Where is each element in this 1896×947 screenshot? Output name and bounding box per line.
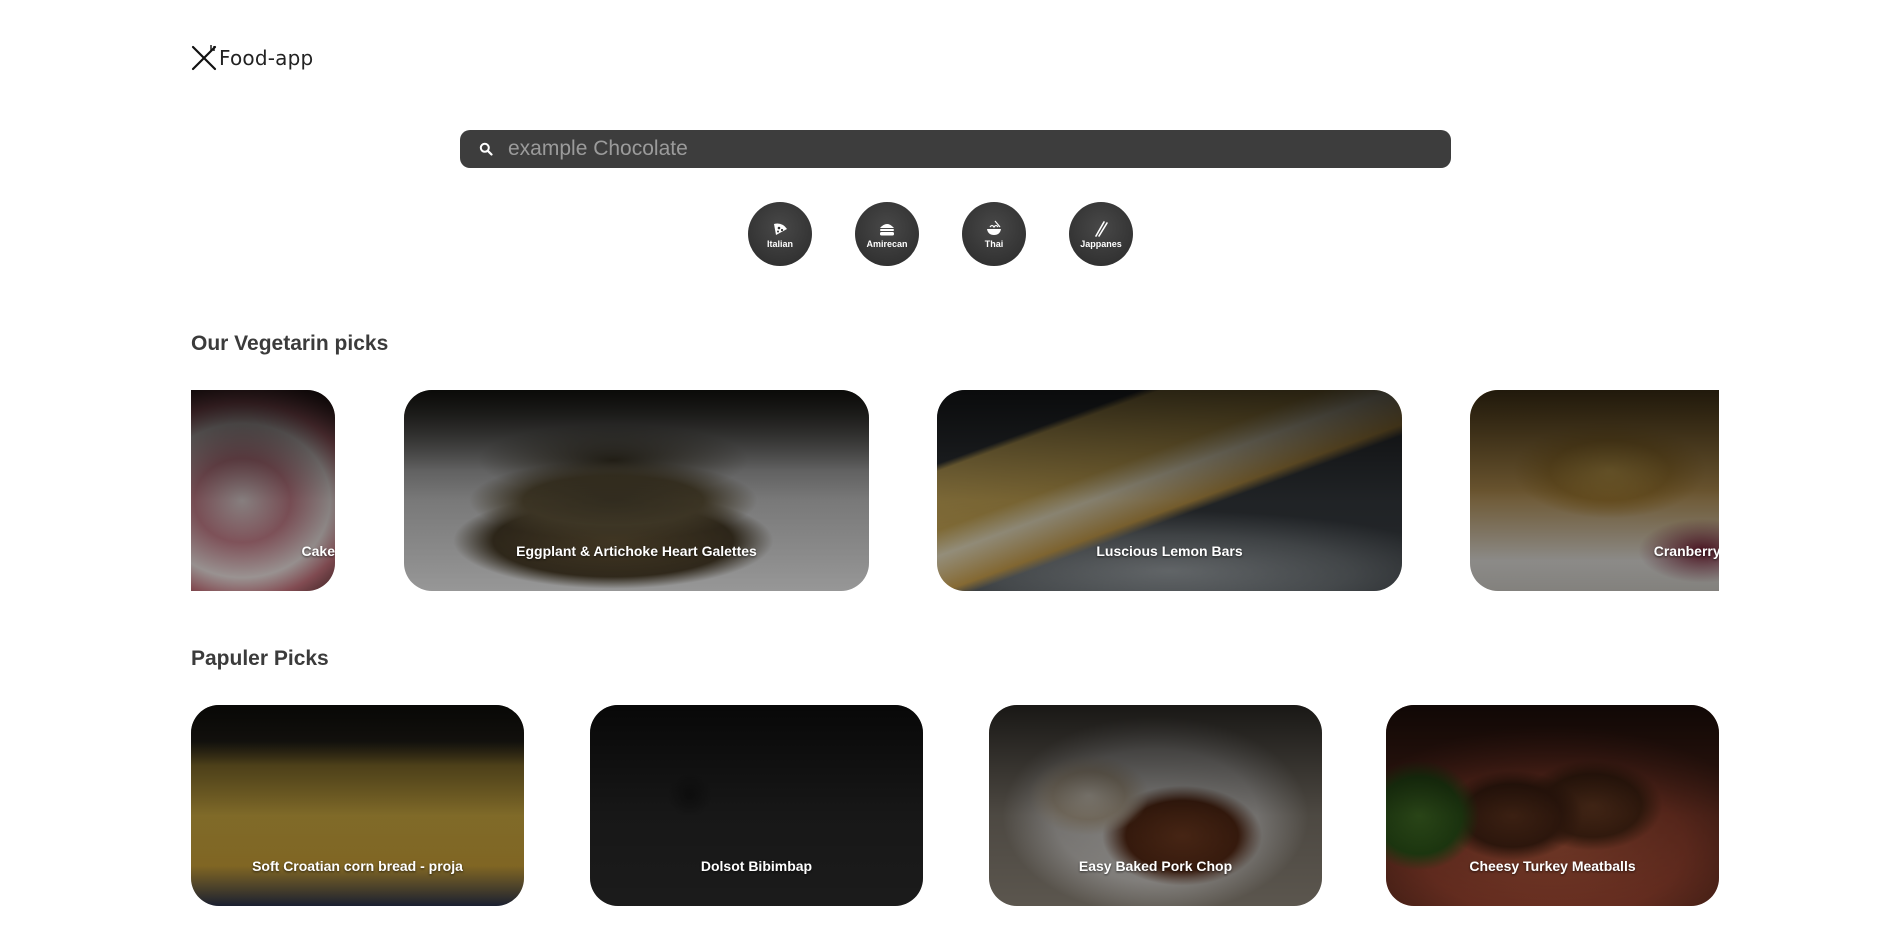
cuisine-italian-button[interactable]: Italian bbox=[748, 202, 812, 266]
recipe-card[interactable]: Easy Baked Pork Chop bbox=[989, 705, 1322, 906]
burger-icon bbox=[880, 223, 894, 235]
recipe-title: Soft Croatian corn bread - proja bbox=[252, 858, 463, 874]
cuisine-label: Jappanes bbox=[1080, 238, 1122, 249]
fork-knife-icon bbox=[191, 45, 217, 71]
chopsticks-icon bbox=[1095, 220, 1108, 237]
recipe-card[interactable]: Luscious Lemon Bars bbox=[937, 390, 1402, 591]
recipe-title: Dolsot Bibimbap bbox=[700, 858, 813, 874]
app-logo[interactable]: Food-app bbox=[190, 44, 313, 72]
recipe-title: Eggplant & Artichoke Heart Galettes bbox=[516, 543, 757, 559]
recipe-card[interactable]: Eggplant & Artichoke Heart Galettes bbox=[404, 390, 869, 591]
popular-list: Soft Croatian corn bread - proja Dolsot … bbox=[191, 705, 1719, 906]
cuisine-label: Amirecan bbox=[866, 238, 908, 249]
app-name: Food-app bbox=[219, 46, 314, 70]
recipe-title: Cake bbox=[301, 543, 335, 559]
cuisine-american-button[interactable]: Amirecan bbox=[855, 202, 919, 266]
pizza-icon bbox=[774, 223, 787, 235]
recipe-card[interactable]: Soft Croatian corn bread - proja bbox=[191, 705, 524, 906]
noodle-bowl-icon bbox=[987, 220, 1001, 235]
cuisine-label: Italian bbox=[766, 238, 793, 249]
recipe-title: Easy Baked Pork Chop bbox=[1078, 858, 1233, 874]
cuisine-thai-button[interactable]: Thai bbox=[962, 202, 1026, 266]
cuisine-filters: Italian Amirecan Thai Jappanes bbox=[748, 202, 1133, 266]
popular-section-title: Papuler Picks bbox=[191, 647, 329, 670]
recipe-card[interactable]: Dolsot Bibimbap bbox=[590, 705, 923, 906]
recipe-card[interactable]: Cake bbox=[191, 390, 335, 591]
vegetarian-carousel[interactable]: Cake Eggplant & Artichoke Heart Galettes… bbox=[191, 390, 1719, 591]
recipe-card[interactable]: Cheesy Turkey Meatballs bbox=[1386, 705, 1719, 906]
vegetarian-section-title: Our Vegetarin picks bbox=[191, 332, 389, 355]
recipe-title: Cranberry App bbox=[1653, 543, 1719, 559]
cuisine-label: Thai bbox=[984, 238, 1004, 249]
search-icon[interactable] bbox=[476, 139, 496, 159]
search-bar bbox=[460, 129, 1451, 169]
recipe-title: Luscious Lemon Bars bbox=[1096, 543, 1243, 559]
recipe-title: Cheesy Turkey Meatballs bbox=[1469, 858, 1636, 874]
search-input[interactable] bbox=[506, 129, 1451, 169]
recipe-card[interactable]: Cranberry App bbox=[1470, 390, 1719, 591]
cuisine-japanese-button[interactable]: Jappanes bbox=[1069, 202, 1133, 266]
